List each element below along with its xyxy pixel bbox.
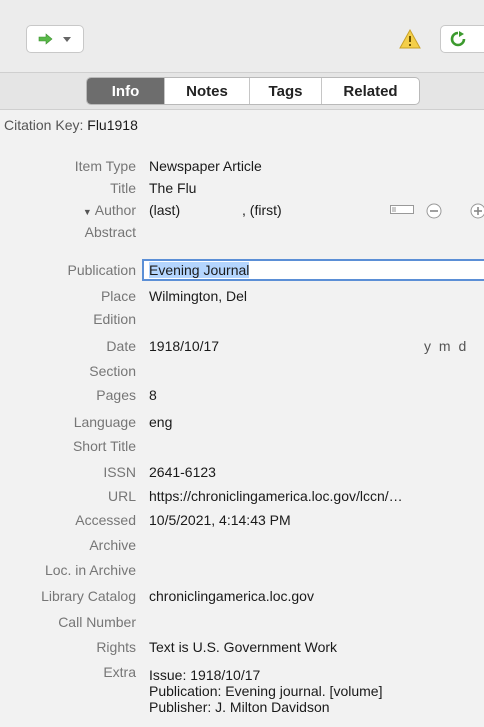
green-arrow-icon — [38, 33, 52, 45]
field-label: Rights — [96, 639, 136, 655]
field-label[interactable]: ▼ Author — [83, 202, 136, 218]
field-value[interactable]: 2641-6123 — [149, 464, 216, 480]
field-label: Pages — [96, 387, 136, 403]
field-archive: Archive — [0, 534, 484, 556]
refresh-icon — [450, 31, 466, 47]
field-call-number: Call Number — [0, 611, 484, 633]
field-section: Section — [0, 360, 484, 382]
field-place: Place Wilmington, Del — [0, 285, 484, 307]
tab-info[interactable]: Info — [87, 78, 164, 104]
citation-key-label: Citation Key: — [4, 117, 84, 133]
field-label: Accessed — [75, 512, 136, 528]
publication-input[interactable]: Evening Journal — [142, 259, 484, 281]
citation-key-value[interactable]: Flu1918 — [87, 117, 138, 133]
author-label: Author — [94, 202, 136, 218]
field-value[interactable]: eng — [149, 414, 172, 430]
refresh-button[interactable] — [440, 25, 484, 53]
remove-author-icon[interactable] — [426, 203, 442, 219]
add-author-icon[interactable] — [470, 203, 484, 219]
field-publication: Publication Evening Journal — [0, 259, 484, 281]
field-label: Edition — [93, 311, 136, 327]
tab-notes[interactable]: Notes — [164, 78, 249, 104]
field-date: Date 1918/10/17 y m d — [0, 335, 484, 357]
field-label: Section — [89, 363, 136, 379]
field-value[interactable]: 1918/10/17 — [149, 338, 219, 354]
citation-key: Citation Key: Flu1918 — [4, 117, 138, 133]
go-menu-button[interactable] — [26, 25, 84, 53]
field-accessed: Accessed 10/5/2021, 4:14:43 PM — [0, 509, 484, 531]
field-label: Library Catalog — [41, 588, 136, 604]
field-label: Archive — [89, 537, 136, 553]
tab-tags[interactable]: Tags — [249, 78, 321, 104]
extra-line: Issue: 1918/10/17 — [149, 667, 261, 683]
field-label: Date — [106, 338, 136, 354]
toolbar — [0, 0, 484, 72]
extra-value[interactable]: Issue: 1918/10/17 Publication: Evening j… — [149, 667, 382, 715]
field-issn: ISSN 2641-6123 — [0, 461, 484, 483]
field-value[interactable]: Newspaper Article — [149, 158, 262, 174]
field-label: Abstract — [84, 224, 136, 240]
field-label: ISSN — [103, 464, 136, 480]
field-label: URL — [107, 488, 136, 504]
field-value[interactable]: The Flu — [149, 180, 196, 196]
field-label: Short Title — [72, 438, 136, 454]
creator-type-switch-icon[interactable] — [390, 205, 414, 215]
field-edition: Edition — [0, 308, 484, 330]
author-first[interactable]: , (first) — [242, 202, 282, 218]
date-format-hint: y m d — [424, 338, 469, 354]
field-value[interactable]: 10/5/2021, 4:14:43 PM — [149, 512, 291, 528]
field-short-title: Short Title — [0, 435, 484, 457]
url-link[interactable]: https://chroniclingamerica.loc.gov/lccn/… — [149, 488, 403, 504]
field-title: Title The Flu — [0, 177, 484, 199]
field-label: Publication — [67, 262, 137, 278]
selected-text: Evening Journal — [149, 262, 250, 278]
warning-icon[interactable] — [399, 29, 421, 49]
field-label: Title — [110, 180, 136, 196]
field-url: URL https://chroniclingamerica.loc.gov/l… — [0, 485, 484, 507]
field-library-catalog: Library Catalog chroniclingamerica.loc.g… — [0, 585, 484, 607]
tab-related[interactable]: Related — [321, 78, 419, 104]
field-value[interactable]: 8 — [149, 387, 157, 403]
author-last[interactable]: (last) — [149, 202, 180, 218]
field-value[interactable]: chroniclingamerica.loc.gov — [149, 588, 314, 604]
field-abstract: Abstract — [0, 221, 484, 243]
field-rights: Rights Text is U.S. Government Work — [0, 636, 484, 658]
tab-group: Info Notes Tags Related — [86, 77, 420, 105]
extra-line: Publisher: J. Milton Davidson — [149, 699, 330, 715]
field-label: Item Type — [74, 158, 136, 174]
field-language: Language eng — [0, 411, 484, 433]
field-author: ▼ Author (last) , (first) — [0, 199, 484, 221]
chevron-down-icon — [62, 37, 71, 42]
tab-bar: Info Notes Tags Related — [0, 72, 484, 110]
field-pages: Pages 8 — [0, 384, 484, 406]
field-label: Call Number — [58, 614, 136, 630]
field-label: Language — [73, 414, 136, 430]
field-label: Place — [100, 288, 136, 304]
field-item-type: Item Type Newspaper Article — [0, 155, 484, 177]
field-label: Extra — [103, 664, 136, 680]
field-value[interactable]: Wilmington, Del — [149, 288, 247, 304]
disclosure-triangle-icon[interactable]: ▼ — [83, 207, 92, 217]
extra-line: Publication: Evening journal. [volume] — [149, 683, 383, 699]
field-label: Loc. in Archive — [44, 562, 136, 578]
field-value[interactable]: Text is U.S. Government Work — [149, 639, 337, 655]
field-loc-in-archive: Loc. in Archive — [0, 559, 484, 581]
